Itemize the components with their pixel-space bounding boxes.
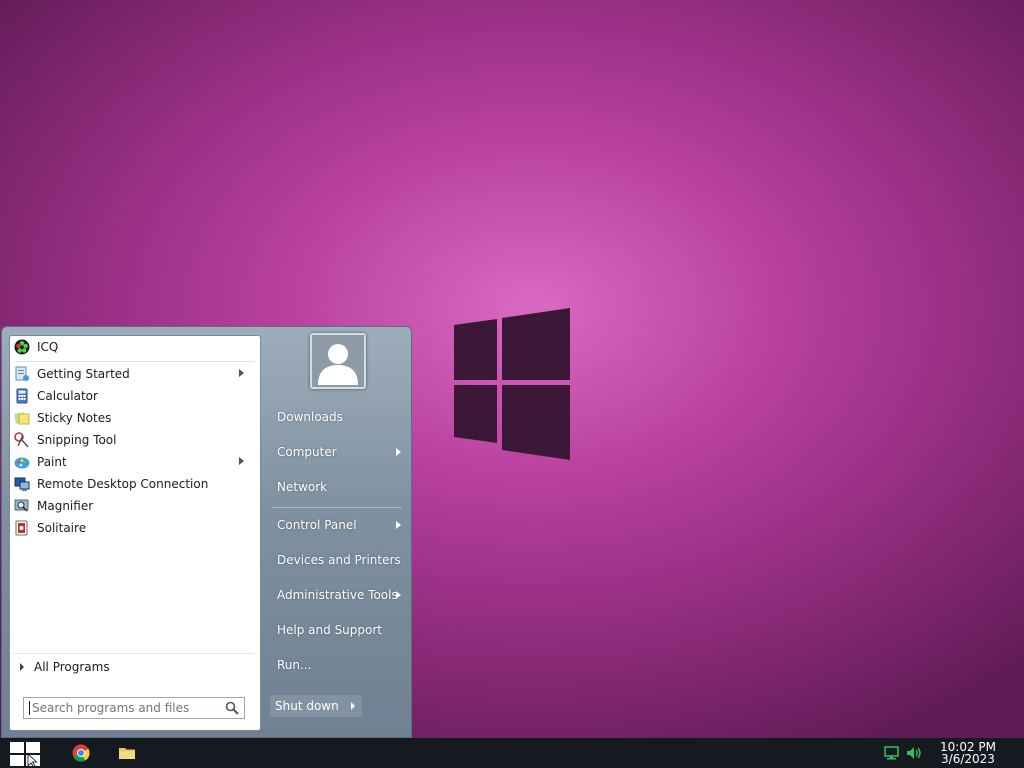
menu-label: Network (277, 480, 328, 494)
shutdown-options-arrow-icon[interactable] (351, 702, 355, 710)
menu-control-panel[interactable]: Control Panel (270, 510, 406, 540)
menu-label: Control Panel (277, 518, 357, 532)
search-box[interactable] (23, 697, 245, 719)
expand-arrow-icon (20, 663, 24, 671)
program-label: Calculator (37, 389, 98, 403)
paint-icon (14, 457, 30, 469)
search-input[interactable] (29, 701, 212, 715)
windows-logo-wallpaper (454, 308, 570, 460)
program-snipping-tool[interactable]: Snipping Tool (14, 429, 254, 451)
program-magnifier[interactable]: Magnifier (14, 495, 254, 517)
network-icon[interactable] (884, 745, 900, 761)
menu-label: Downloads (277, 410, 343, 424)
program-solitaire[interactable]: Solitaire (14, 517, 254, 539)
menu-computer[interactable]: Computer (270, 437, 406, 467)
divider (14, 653, 254, 654)
menu-downloads[interactable]: Downloads (270, 402, 406, 432)
chrome-icon[interactable] (72, 744, 90, 762)
magnifier-icon (14, 499, 29, 512)
program-remote-desktop[interactable]: Remote Desktop Connection (14, 473, 254, 495)
program-label: Snipping Tool (37, 433, 117, 447)
menu-label: Run... (277, 658, 312, 672)
snipping-tool-icon (14, 432, 29, 448)
program-calculator[interactable]: Calculator (14, 385, 254, 407)
program-sticky-notes[interactable]: Sticky Notes (14, 407, 254, 429)
remote-desktop-icon (14, 477, 30, 491)
program-icq[interactable]: ICQ (14, 336, 254, 358)
divider (14, 361, 254, 362)
user-avatar[interactable] (310, 333, 366, 389)
submenu-arrow-icon (396, 521, 401, 529)
program-getting-started[interactable]: Getting Started (14, 363, 254, 385)
program-label: ICQ (37, 340, 59, 354)
all-programs-label: All Programs (34, 660, 110, 674)
start-button[interactable] (9, 741, 41, 767)
program-label: Getting Started (37, 367, 130, 381)
menu-help-support[interactable]: Help and Support (270, 615, 406, 645)
program-label: Paint (37, 455, 67, 469)
all-programs-button[interactable]: All Programs (20, 660, 110, 674)
submenu-arrow-icon (396, 448, 401, 456)
volume-icon[interactable] (906, 745, 922, 761)
menu-label: Help and Support (277, 623, 382, 637)
taskbar: 10:02 PM 3/6/2023 (0, 738, 1024, 768)
program-label: Remote Desktop Connection (37, 477, 209, 491)
menu-run[interactable]: Run... (270, 650, 406, 680)
file-explorer-icon[interactable] (118, 744, 136, 762)
submenu-arrow-icon (239, 369, 244, 377)
start-menu: ICQ Getting Started Calculator Sticky No… (1, 326, 412, 738)
program-label: Sticky Notes (37, 411, 112, 425)
user-silhouette-icon (312, 335, 364, 387)
program-paint[interactable]: Paint (14, 451, 254, 473)
calculator-icon (16, 388, 28, 404)
program-label: Solitaire (37, 521, 87, 535)
menu-label: Administrative Tools (277, 588, 398, 602)
divider (272, 507, 402, 508)
solitaire-icon (15, 520, 28, 536)
menu-devices-printers[interactable]: Devices and Printers (270, 545, 406, 575)
program-label: Magnifier (37, 499, 94, 513)
search-icon[interactable] (225, 701, 239, 715)
menu-administrative-tools[interactable]: Administrative Tools (270, 580, 406, 610)
icq-icon (14, 339, 30, 355)
system-clock[interactable]: 10:02 PM 3/6/2023 (940, 741, 996, 765)
shutdown-label: Shut down (275, 699, 339, 713)
clock-date: 3/6/2023 (941, 752, 995, 766)
menu-network[interactable]: Network (270, 472, 406, 502)
menu-label: Devices and Printers (277, 553, 401, 567)
shutdown-button[interactable]: Shut down (270, 695, 362, 717)
submenu-arrow-icon (239, 457, 244, 465)
getting-started-icon (15, 366, 29, 381)
submenu-arrow-icon (396, 591, 401, 599)
programs-pane: ICQ Getting Started Calculator Sticky No… (9, 335, 261, 731)
menu-label: Computer (277, 445, 337, 459)
sticky-notes-icon (14, 412, 30, 425)
